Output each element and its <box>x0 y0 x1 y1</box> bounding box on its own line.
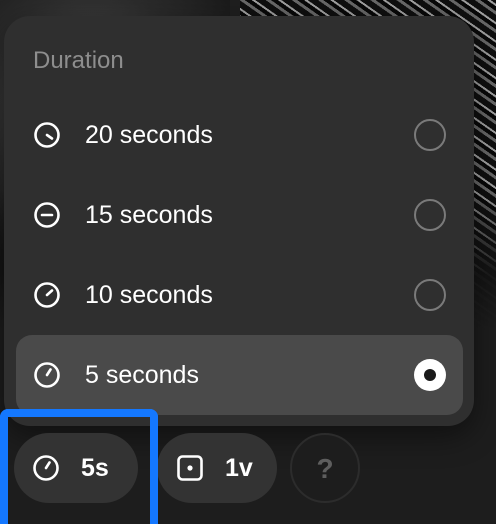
help-button[interactable]: ? <box>290 433 360 503</box>
duration-option-label: 10 seconds <box>85 281 213 309</box>
duration-button-label: 5s <box>81 454 109 482</box>
radio-checked[interactable] <box>414 359 446 391</box>
square-dot-icon <box>176 454 204 482</box>
duration-option-15s[interactable]: 15 seconds <box>16 175 463 255</box>
variations-button-label: 1v <box>225 454 253 482</box>
radio-unchecked[interactable] <box>414 199 446 231</box>
radio-unchecked[interactable] <box>414 279 446 311</box>
timer-icon <box>32 454 60 482</box>
duration-button[interactable]: 5s <box>14 433 138 503</box>
timer-10-icon <box>33 281 61 309</box>
duration-popover: Duration 20 seconds 15 seconds 10 second… <box>4 16 474 426</box>
question-icon: ? <box>316 453 334 484</box>
timer-5-icon <box>33 361 61 389</box>
timer-20-icon <box>33 121 61 149</box>
duration-option-label: 20 seconds <box>85 121 213 149</box>
popover-title: Duration <box>33 47 124 74</box>
duration-option-5s[interactable]: 5 seconds <box>16 335 463 415</box>
duration-option-10s[interactable]: 10 seconds <box>16 255 463 335</box>
variations-button[interactable]: 1v <box>157 433 277 503</box>
timer-15-icon <box>33 201 61 229</box>
duration-option-20s[interactable]: 20 seconds <box>16 95 463 175</box>
radio-unchecked[interactable] <box>414 119 446 151</box>
duration-option-label: 15 seconds <box>85 201 213 229</box>
duration-option-label: 5 seconds <box>85 361 199 389</box>
